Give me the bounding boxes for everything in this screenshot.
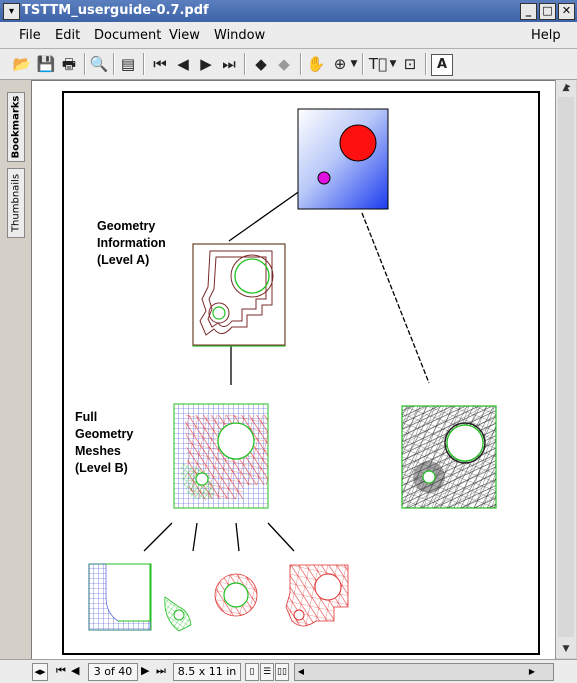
go-back-icon[interactable]: ◆ xyxy=(251,54,271,74)
menu-document[interactable]: Document xyxy=(94,28,161,43)
go-forward-icon[interactable]: ◆ xyxy=(274,54,294,74)
page-number-field[interactable]: 3 of 40 xyxy=(88,663,138,681)
document-view[interactable]: Geometry Information (Level A) Full Geom… xyxy=(31,80,556,660)
toolbar: 📂 💾 🖶 🔍 ▤ ⏮ ◀ ▶ ⏭ ◆ ◆ ✋ ⊕ ▼ T⃞ ▼ ⊡ A xyxy=(0,49,577,80)
window-menu-icon[interactable]: ▾ xyxy=(3,3,20,20)
horizontal-scrollbar[interactable]: ◀ ▶ xyxy=(294,663,554,681)
split-arrow-icon[interactable]: ▸ xyxy=(561,81,575,95)
snapshot-tool-icon[interactable]: ⊡ xyxy=(400,54,420,74)
vertical-scrollbar[interactable]: ▲ ▼ xyxy=(555,80,576,658)
select-tool-dropdown-icon[interactable]: ▼ xyxy=(388,54,398,74)
tab-thumbnails[interactable]: Thumbnails xyxy=(7,168,25,238)
sub-mesh-green-fan xyxy=(164,596,192,632)
find-icon[interactable]: 🔍 xyxy=(89,54,109,74)
toolbar-separator xyxy=(425,53,427,75)
show-hide-navigation-pane-icon[interactable]: ▤ xyxy=(118,54,138,74)
level-b-label: Full Geometry Meshes (Level B) xyxy=(75,410,134,475)
level-a-label: Geometry Information (Level A) xyxy=(97,219,166,267)
close-icon[interactable]: ✕ xyxy=(558,3,575,20)
tab-bookmarks-label: Bookmarks xyxy=(10,95,22,159)
status-first-page-icon[interactable]: ⏮ xyxy=(56,663,68,679)
scrollbar-track[interactable] xyxy=(558,97,574,637)
open-folder-icon[interactable]: 📂 xyxy=(12,54,32,74)
acrobat-logo-icon[interactable]: A xyxy=(431,54,453,76)
continuous-layout-icon[interactable]: ☰ xyxy=(260,663,274,681)
unstructured-triangle-mesh-image xyxy=(401,405,497,509)
sub-mesh-structured-blue xyxy=(88,563,152,631)
level-b-mixed-mesh-image xyxy=(173,403,269,509)
status-last-page-icon[interactable]: ⏭ xyxy=(156,663,168,679)
last-page-icon[interactable]: ⏭ xyxy=(219,54,239,74)
previous-page-icon[interactable]: ◀ xyxy=(173,54,193,74)
tab-bookmarks[interactable]: Bookmarks xyxy=(7,92,25,162)
pdf-page: Geometry Information (Level A) Full Geom… xyxy=(62,91,540,655)
save-icon[interactable]: 💾 xyxy=(36,54,56,74)
scroll-right-arrow-icon[interactable]: ▶ xyxy=(525,664,539,680)
menu-view[interactable]: View xyxy=(169,28,200,43)
toolbar-separator xyxy=(300,53,302,75)
first-page-icon[interactable]: ⏮ xyxy=(150,54,170,74)
next-page-icon[interactable]: ▶ xyxy=(196,54,216,74)
status-menu-icon[interactable]: ◂▸ xyxy=(32,663,48,681)
status-next-page-icon[interactable]: ▶ xyxy=(141,663,153,679)
single-page-layout-icon[interactable]: ▯ xyxy=(245,663,259,681)
toolbar-separator xyxy=(362,53,364,75)
toolbar-separator xyxy=(244,53,246,75)
page-size-indicator: 8.5 x 11 in xyxy=(173,663,241,681)
scroll-down-arrow-icon[interactable]: ▼ xyxy=(558,642,574,656)
menu-edit[interactable]: Edit xyxy=(55,28,80,43)
menu-file[interactable]: File xyxy=(19,28,41,43)
window-title: TSTTM_userguide-0.7.pdf xyxy=(22,3,209,18)
level-a-geometry-outline xyxy=(192,243,286,347)
toolbar-separator xyxy=(143,53,145,75)
scroll-left-arrow-icon[interactable]: ◀ xyxy=(295,664,307,680)
hand-tool-icon[interactable]: ✋ xyxy=(306,54,326,74)
title-bar: ▾ TSTTM_userguide-0.7.pdf _ □ ✕ xyxy=(0,0,577,22)
print-icon[interactable]: 🖶 xyxy=(59,54,79,74)
menu-bar: File Edit Document View Window Help xyxy=(0,22,577,49)
sub-mesh-red-unstructured xyxy=(285,564,349,627)
maximize-icon[interactable]: □ xyxy=(539,3,556,20)
toolbar-separator xyxy=(84,53,86,75)
zoom-tool-dropdown-icon[interactable]: ▼ xyxy=(349,54,359,74)
text-select-tool-icon[interactable]: T⃞ xyxy=(368,54,388,74)
sub-mesh-red-ring xyxy=(214,573,258,617)
minimize-icon[interactable]: _ xyxy=(520,3,537,20)
status-bar: ◂▸ ⏮ ◀ 3 of 40 ▶ ⏭ 8.5 x 11 in ▯ ☰ ▯▯ ◀ … xyxy=(0,659,577,683)
toolbar-separator xyxy=(113,53,115,75)
tab-thumbnails-label: Thumbnails xyxy=(10,173,22,233)
navigation-sidebar: Bookmarks Thumbnails xyxy=(0,80,30,660)
menu-help[interactable]: Help xyxy=(531,28,561,43)
menu-window[interactable]: Window xyxy=(214,28,265,43)
zoom-in-tool-icon[interactable]: ⊕ xyxy=(330,54,350,74)
geometry-domain-image xyxy=(297,108,389,210)
facing-layout-icon[interactable]: ▯▯ xyxy=(275,663,289,681)
status-previous-page-icon[interactable]: ◀ xyxy=(71,663,83,679)
